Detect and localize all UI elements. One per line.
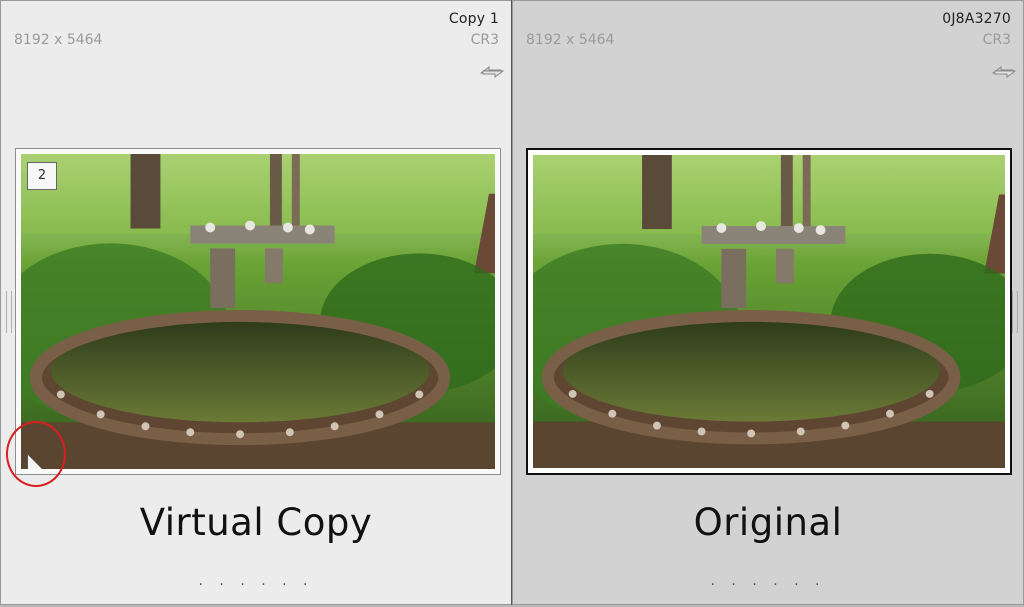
highlight-circle (6, 421, 66, 487)
rating-dots[interactable]: . . . . . . (513, 573, 1023, 589)
swap-arrow-icon[interactable] (991, 63, 1017, 81)
grid-cell-original[interactable]: 0J8A3270 8192 x 5464 CR3 Original . . . … (512, 0, 1024, 605)
rating-dots[interactable]: . . . . . . (1, 573, 511, 589)
file-extension-label: CR3 (982, 32, 1011, 48)
filename-label: Copy 1 (448, 11, 499, 27)
thumbnail-frame-selected[interactable] (526, 148, 1012, 475)
file-extension-label: CR3 (470, 32, 499, 48)
resize-handle-icon[interactable] (1012, 291, 1018, 333)
filename-label: 0J8A3270 (942, 11, 1011, 27)
dimensions-label: 8192 x 5464 (526, 32, 615, 48)
garden-birdbath-photo (21, 154, 495, 469)
dimensions-label: 8192 x 5464 (14, 32, 103, 48)
resize-handle-icon[interactable] (6, 291, 12, 333)
photo-thumbnail[interactable] (533, 155, 1005, 468)
thumbnail-frame[interactable]: 2 (15, 148, 501, 475)
swap-arrow-icon[interactable] (479, 63, 505, 81)
caption-original: Original (693, 501, 843, 544)
photo-thumbnail[interactable]: 2 (21, 154, 495, 469)
stack-count-badge[interactable]: 2 (27, 162, 57, 190)
caption-virtual-copy: Virtual Copy (139, 501, 373, 544)
cell-divider (511, 0, 512, 605)
garden-birdbath-photo (533, 155, 1005, 468)
compare-grid: Copy 1 8192 x 5464 CR3 2 Virtual Copy . … (0, 0, 1024, 607)
grid-cell-virtual-copy[interactable]: Copy 1 8192 x 5464 CR3 2 Virtual Copy . … (0, 0, 512, 605)
